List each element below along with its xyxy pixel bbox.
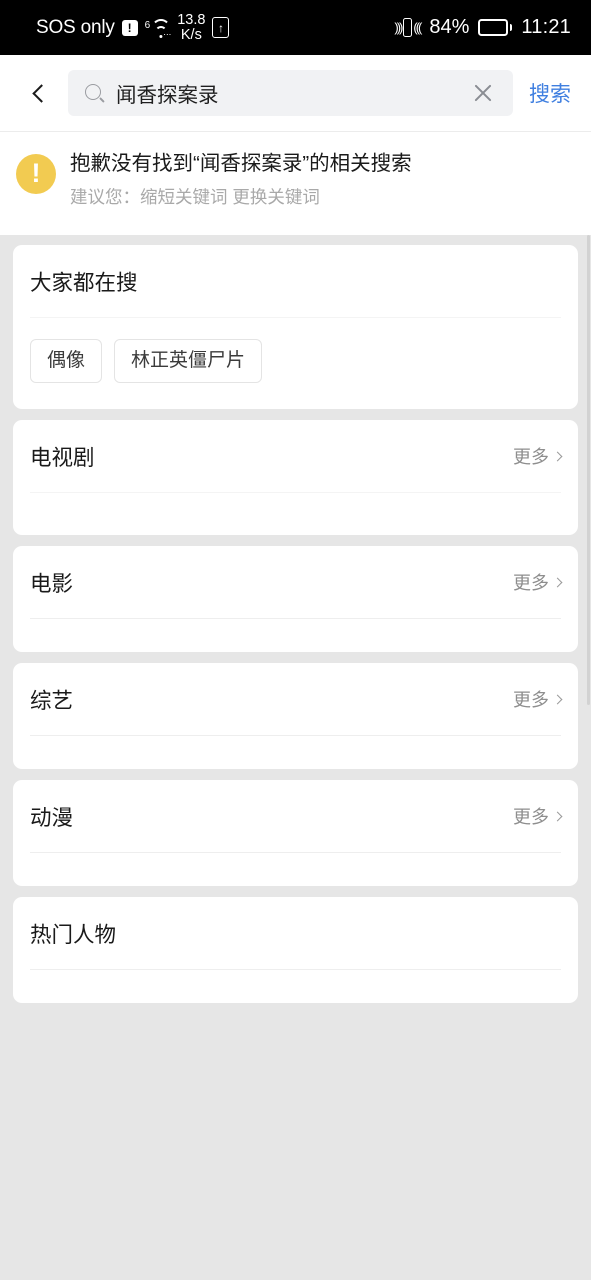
scrollbar-thumb[interactable] — [587, 235, 590, 706]
hot-search-tag[interactable]: 林正英僵尸片 — [114, 339, 263, 384]
alert-badge-icon: ! — [121, 19, 138, 36]
card-header: 热门人物 — [30, 897, 561, 969]
search-icon — [85, 83, 104, 103]
card-title: 综艺 — [30, 688, 74, 713]
status-bar-left: SOS only ! 6 ⋯ 13.8 K/s ↑ — [36, 11, 230, 43]
more-link[interactable]: 更多 — [513, 443, 563, 469]
card-empty-body — [30, 619, 561, 652]
status-bar-right: ))) ((( 84% 11:21 — [394, 16, 571, 39]
battery-percent-label: 84% — [429, 16, 470, 38]
card-title: 电视剧 — [30, 445, 95, 470]
card-title: 电影 — [30, 571, 74, 596]
no-result-title: 抱歉没有找到“闻香探案录”的相关搜索 — [70, 152, 412, 175]
upload-arrow-icon: ↑ — [212, 17, 230, 38]
search-input-wrapper[interactable]: 闻香探案录 — [68, 70, 513, 116]
network-speed-value: 13.8 — [177, 11, 206, 28]
no-result-suggestion: 建议您：缩短关键词 更换关键词 — [70, 186, 320, 207]
suggestion-scroll-area[interactable]: 大家都在搜 偶像 林正英僵尸片 电视剧 更多 电影 更多 综艺 更多 动漫 更多… — [0, 235, 591, 1280]
card-header: 电视剧 更多 — [30, 420, 563, 492]
chevron-right-icon — [552, 694, 563, 704]
more-label: 更多 — [513, 573, 549, 594]
more-label: 更多 — [513, 690, 549, 711]
exclamation-circle-icon: ! — [16, 154, 56, 194]
wifi-glyph: ⋯ — [151, 18, 171, 39]
card-title: 动漫 — [30, 805, 74, 830]
no-result-notice: ! 抱歉没有找到“闻香探案录”的相关搜索 建议您：缩短关键词 更换关键词 — [0, 132, 591, 236]
card-empty-body — [30, 970, 561, 1003]
more-label: 更多 — [513, 447, 549, 468]
wifi-generation-label: 6 — [144, 19, 151, 31]
vibrate-mode-icon: ))) ((( — [394, 18, 422, 37]
card-tv-series: 电视剧 更多 — [13, 420, 578, 536]
search-header: 闻香探案录 搜索 — [0, 55, 591, 132]
card-empty-body — [30, 853, 561, 886]
chevron-right-icon — [552, 451, 563, 461]
hot-search-tag[interactable]: 偶像 — [30, 339, 103, 384]
hot-search-tag-list: 偶像 林正英僵尸片 — [30, 318, 561, 409]
battery-icon — [478, 19, 513, 36]
card-variety-shows: 综艺 更多 — [13, 663, 578, 770]
no-result-text-block: 抱歉没有找到“闻香探案录”的相关搜索 建议您：缩短关键词 更换关键词 — [70, 150, 575, 209]
more-link[interactable]: 更多 — [513, 803, 563, 829]
more-link[interactable]: 更多 — [513, 686, 563, 712]
network-speed-unit: K/s — [180, 26, 202, 43]
search-submit-button[interactable]: 搜索 — [513, 78, 577, 108]
card-movies: 电影 更多 — [13, 546, 578, 653]
chevron-right-icon — [552, 811, 563, 821]
card-title: 大家都在搜 — [30, 270, 138, 295]
card-header: 电影 更多 — [30, 546, 563, 618]
card-everyone-searching: 大家都在搜 偶像 林正英僵尸片 — [13, 245, 578, 410]
card-hot-celebrities: 热门人物 — [13, 897, 578, 1004]
app-root: SOS only ! 6 ⋯ 13.8 K/s ↑ ))) (((84% 11… — [0, 0, 591, 1280]
wifi-icon: 6 ⋯ — [145, 17, 171, 39]
more-link[interactable]: 更多 — [513, 569, 563, 595]
card-header: 大家都在搜 — [30, 245, 561, 317]
network-speed-indicator: 13.8 K/s — [177, 11, 206, 43]
card-empty-body — [30, 736, 561, 769]
card-header: 综艺 更多 — [30, 663, 563, 735]
card-empty-body — [30, 493, 561, 535]
more-label: 更多 — [513, 807, 549, 828]
card-anime: 动漫 更多 — [13, 780, 578, 887]
card-title: 热门人物 — [30, 922, 117, 947]
clear-search-button[interactable] — [463, 73, 503, 113]
carrier-label: SOS only — [36, 16, 115, 38]
chevron-left-icon — [31, 83, 51, 103]
clock-label: 11:21 — [521, 16, 571, 38]
chevron-right-icon — [552, 577, 563, 587]
search-input[interactable]: 闻香探案录 — [116, 78, 463, 108]
card-header: 动漫 更多 — [30, 780, 563, 852]
status-bar: SOS only ! 6 ⋯ 13.8 K/s ↑ ))) (((84% 11… — [0, 0, 591, 55]
exclamation-glyph: ! — [31, 157, 41, 188]
back-button[interactable] — [16, 70, 62, 116]
